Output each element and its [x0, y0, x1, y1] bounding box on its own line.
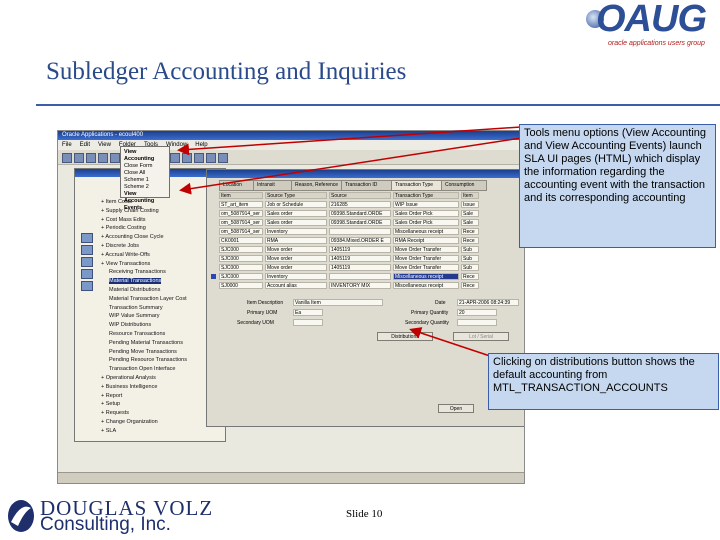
dv-emblem-icon	[8, 500, 34, 532]
douglas-volz-logo: DOUGLAS VOLZ Consulting, Inc.	[6, 494, 212, 538]
tools-menu-callout: Tools menu options (View Accounting and …	[519, 124, 716, 248]
callout-arrows	[177, 126, 522, 357]
slide-number: Slide 10	[346, 508, 383, 520]
arrow-to-distributions-button	[409, 327, 491, 357]
distributions-callout: Clicking on distributions button shows t…	[488, 353, 719, 410]
company-name-line2: Consulting, Inc.	[40, 514, 171, 535]
